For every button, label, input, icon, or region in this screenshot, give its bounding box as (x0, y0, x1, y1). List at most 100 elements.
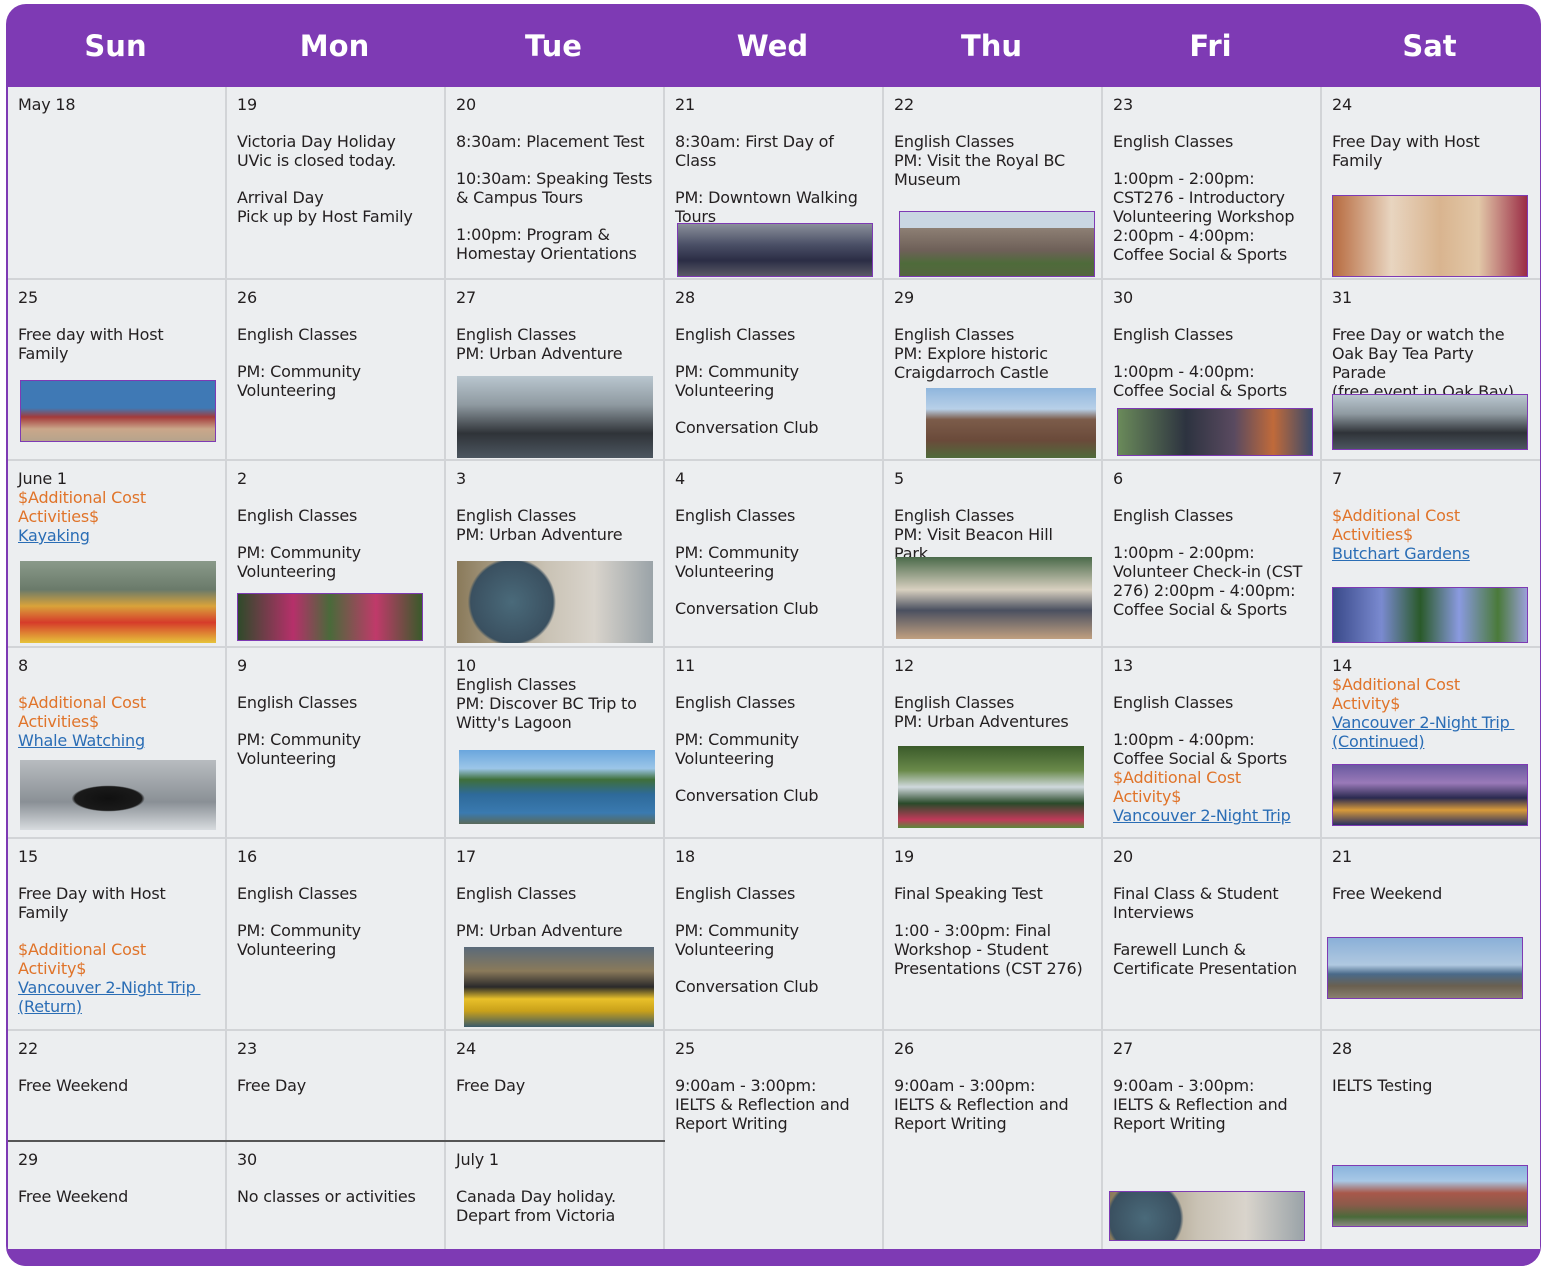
additional-cost-label: Activity$ (1113, 787, 1182, 806)
date-label: 19 (237, 95, 257, 114)
event-text: English Classes (894, 506, 1015, 525)
day-cell-june-20: 20 Final Class & Student Interviews Fare… (1103, 839, 1320, 1029)
day-cell-june-11: 11 English Classes PM: Community Volunte… (665, 648, 882, 837)
day-cell-may-28: 28 English Classes PM: Community Volunte… (665, 280, 882, 459)
additional-cost-label: $Additional Cost (18, 940, 146, 959)
day-cell-june-15: 15 Free Day with Host Family $Additional… (8, 839, 225, 1029)
header-mon: Mon (299, 29, 370, 63)
event-text: PM: Explore historic (894, 344, 1048, 363)
event-text: English Classes (675, 506, 796, 525)
header-sat: Sat (1402, 29, 1457, 63)
event-text: Report Writing (1113, 1114, 1226, 1133)
event-text: English Classes (1113, 693, 1234, 712)
event-text: English Classes (456, 884, 577, 903)
vancouver-trip-return-link[interactable]: (Return) (18, 997, 215, 1016)
day-cell-june-12: 12 English Classes PM: Urban Adventures (884, 648, 1101, 837)
event-text: 1:00pm - 2:00pm: (1113, 543, 1255, 562)
host-family-photo (1332, 195, 1528, 277)
date-label: June 1 (18, 469, 67, 488)
day-cell-june-27: 27 9:00am - 3:00pm: IELTS & Reflection a… (1103, 1031, 1320, 1249)
event-text: & Campus Tours (456, 188, 583, 207)
day-cell-june-3: 3 English Classes PM: Urban Adventure (446, 461, 663, 646)
date-label: 3 (456, 469, 466, 488)
day-cell-june-19: 19 Final Speaking Test 1:00 - 3:00pm: Fi… (884, 839, 1101, 1029)
event-text: PM: Urban Adventure (456, 344, 623, 363)
urban-adventure-photo (457, 376, 653, 458)
wittys-lagoon-photo (459, 750, 655, 824)
day-cell-june-6: 6 English Classes 1:00pm - 2:00pm: Volun… (1103, 461, 1320, 646)
classroom-students-photo (896, 557, 1092, 639)
date-label: 20 (456, 95, 476, 114)
event-text: 2:00pm - 4:00pm: (1113, 226, 1255, 245)
event-text: Homestay Orientations (456, 244, 637, 263)
day-cell-may-30: 30 English Classes 1:00pm - 4:00pm: Coff… (1103, 280, 1320, 459)
royal-bc-museum-photo (899, 211, 1095, 277)
day-cell-june-21: 21 Free Weekend (1322, 839, 1540, 1029)
globe-classroom-photo (457, 561, 653, 643)
event-text: English Classes (237, 884, 358, 903)
event-text: Craigdarroch Castle (894, 363, 1049, 382)
date-label: 6 (1113, 469, 1123, 488)
event-text: Volunteering (675, 940, 775, 959)
event-text: Witty's Lagoon (456, 713, 572, 732)
day-cell-june-17: 17 English Classes PM: Urban Adventure (446, 839, 663, 1029)
day-cell-may-25: 25 Free day with Host Family (8, 280, 225, 459)
day-cell-june-30: 30 No classes or activities (227, 1142, 444, 1249)
event-text: Report Writing (894, 1114, 1007, 1133)
day-cell-may-23: 23 English Classes 1:00pm - 2:00pm: CST2… (1103, 87, 1320, 278)
date-label: 4 (675, 469, 685, 488)
date-label: 9 (237, 656, 247, 675)
day-cell-june-25: 25 9:00am - 3:00pm: IELTS & Reflection a… (665, 1031, 882, 1249)
date-label: 13 (1113, 656, 1133, 675)
vancouver-trip-link[interactable]: Vancouver 2-Night Trip (1113, 806, 1310, 825)
date-label: 27 (456, 288, 476, 307)
vancouver-night-photo (1332, 764, 1528, 826)
butchart-gardens-link[interactable]: Butchart Gardens (1332, 544, 1530, 563)
orca-photo (20, 760, 216, 830)
day-cell-june-9: 9 English Classes PM: Community Voluntee… (227, 648, 444, 837)
date-label: 30 (237, 1150, 257, 1169)
kayaking-link[interactable]: Kayaking (18, 526, 215, 545)
kayaking-photo (20, 561, 216, 643)
event-text: PM: Community (237, 543, 361, 562)
event-text: Free Weekend (1332, 884, 1443, 903)
event-text: English Classes (894, 132, 1015, 151)
additional-cost-label: $Additional Cost (18, 693, 146, 712)
header-sun: Sun (84, 29, 147, 63)
event-text: Free Day (237, 1076, 307, 1095)
vancouver-trip-continued-link[interactable]: Vancouver 2-Night Trip (1332, 713, 1530, 732)
event-text: PM: Community (237, 730, 361, 749)
header-thu: Thu (960, 29, 1023, 63)
event-text: 1:00 - 3:00pm: Final (894, 921, 1051, 940)
date-label: 31 (1332, 288, 1352, 307)
additional-cost-label: $Additional Cost (1113, 768, 1241, 787)
event-text: 1:00pm - 2:00pm: (1113, 169, 1255, 188)
event-text: Volunteering (675, 749, 775, 768)
vancouver-trip-return-link[interactable]: Vancouver 2-Night Trip (18, 978, 215, 997)
day-cell-june-1: June 1 $Additional Cost Activities$ Kaya… (8, 461, 225, 646)
event-text: Final Class & Student (1113, 884, 1279, 903)
header-wed: Wed (736, 29, 809, 63)
campus-building-photo (1332, 1165, 1528, 1227)
day-cell-june-28: 28 IELTS Testing (1322, 1031, 1540, 1249)
event-text: 1:00pm: Program & (456, 225, 610, 244)
event-text: English Classes (1113, 132, 1234, 151)
event-text: PM: Downtown Walking (675, 188, 858, 207)
event-text: IELTS & Reflection and (1113, 1095, 1288, 1114)
day-cell-may-18: May 18 (8, 87, 225, 278)
date-label: 30 (1113, 288, 1133, 307)
whale-watching-link[interactable]: Whale Watching (18, 731, 215, 750)
vancouver-trip-continued-link[interactable]: (Continued) (1332, 732, 1530, 751)
event-text: Presentations (CST 276) (894, 959, 1083, 978)
date-label: 14 (1332, 656, 1352, 675)
garden-photo (237, 593, 423, 641)
event-text: English Classes (237, 693, 358, 712)
event-text: Depart from Victoria (456, 1206, 616, 1225)
date-label: 26 (237, 288, 257, 307)
event-text: Volunteering (237, 749, 337, 768)
day-cell-may-27: 27 English Classes PM: Urban Adventure (446, 280, 663, 459)
date-label: 26 (894, 1039, 914, 1058)
event-text: Victoria Day Holiday (237, 132, 396, 151)
event-text: Final Speaking Test (894, 884, 1043, 903)
event-text: Canada Day holiday. (456, 1187, 616, 1206)
